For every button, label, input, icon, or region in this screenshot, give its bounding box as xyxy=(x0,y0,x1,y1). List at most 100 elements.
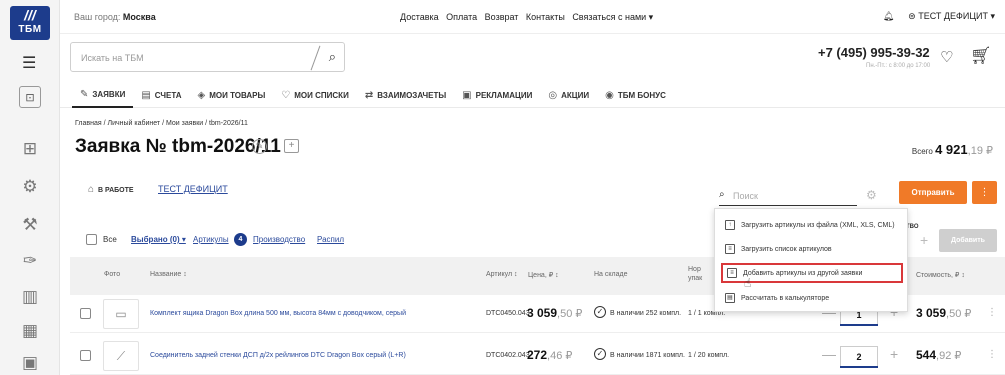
cart-icon[interactable]: 🛒︎ xyxy=(970,46,992,66)
city-selector[interactable]: Ваш город: Москва xyxy=(74,12,156,22)
favorites-icon[interactable]: ♡ xyxy=(940,48,953,66)
menu-item-label: Добавить артикулы из другой заявки xyxy=(743,269,863,277)
tab-invoices[interactable]: ▤ СЧЕТА xyxy=(133,82,189,108)
header-name[interactable]: Название ↕ xyxy=(150,271,187,278)
order-search-placeholder: Поиск xyxy=(733,191,758,201)
cabinet-category-icon[interactable]: ▣ xyxy=(15,350,45,375)
phone-number[interactable]: +7 (495) 995-39-32 xyxy=(818,45,930,60)
tbm-logo[interactable]: /// ТБМ xyxy=(10,6,50,40)
filter-articles[interactable]: Артикулы xyxy=(193,235,229,244)
quantity-input[interactable]: 2 xyxy=(840,346,878,368)
user-icon: ⊜ xyxy=(908,11,916,21)
more-actions-button[interactable]: ⋮ xyxy=(972,181,997,204)
account-menu[interactable]: ⊜ ТЕСТ ДЕФИЦИТ ▾ xyxy=(908,11,995,22)
header-price[interactable]: Цена, ₽ ↕ xyxy=(528,271,559,279)
settings-icon[interactable]: ⚙ xyxy=(866,188,877,202)
logo-text: ТБМ xyxy=(18,24,42,35)
bell-icon[interactable]: 🔔︎ xyxy=(883,11,894,22)
total-rub: 4 921 xyxy=(935,142,968,157)
catalog-grid-icon[interactable]: ⊡ xyxy=(19,86,41,108)
board-category-icon[interactable]: ▦ xyxy=(15,318,45,344)
search-placeholder: Искать на ТБМ xyxy=(81,53,144,63)
header-cost[interactable]: Стоимость, ₽ ↕ xyxy=(916,271,965,279)
nav-delivery[interactable]: Доставка xyxy=(400,12,439,22)
tab-label: РЕКЛАМАЦИИ xyxy=(475,90,533,100)
site-search[interactable]: Искать на ТБМ ⌕ xyxy=(70,42,345,72)
row-checkbox[interactable] xyxy=(80,308,91,319)
fittings-category-icon[interactable]: ⚒ xyxy=(15,212,45,238)
city-label: Ваш город: xyxy=(74,12,121,22)
row-cost: 3 059,50 ₽ xyxy=(916,306,971,320)
send-button[interactable]: Отправить xyxy=(899,181,967,204)
panels-category-icon[interactable]: ▥ xyxy=(15,284,45,310)
promo-icon: ◎ xyxy=(548,89,558,101)
product-thumbnail[interactable]: ⟋ xyxy=(103,341,139,371)
tab-my-lists[interactable]: ♡ МОИ СПИСКИ xyxy=(273,82,357,108)
nav-payment[interactable]: Оплата xyxy=(446,12,477,22)
header-stock: На складе xyxy=(594,271,628,278)
product-price: 3 059,50 ₽ xyxy=(527,306,582,320)
tab-tbm-bonus[interactable]: ◉ ТБМ БОНУС xyxy=(597,82,674,108)
plus-icon[interactable]: + xyxy=(920,232,928,248)
select-all-label: Все xyxy=(103,235,117,244)
hinge-category-icon[interactable]: ⚙ xyxy=(15,174,45,200)
increase-quantity-button[interactable]: + xyxy=(890,346,898,362)
menu-item-upload-file[interactable]: ↑ Загрузить артикулы из файла (XML, XLS,… xyxy=(721,215,903,235)
order-search-input[interactable]: ⌕ Поиск xyxy=(719,188,857,206)
cost-kop: ,92 ₽ xyxy=(936,350,962,362)
total-label: Всего xyxy=(911,147,933,156)
search-divider xyxy=(310,45,321,71)
nav-contacts[interactable]: Контакты xyxy=(526,12,565,22)
comment-add-icon[interactable]: + xyxy=(284,139,299,153)
nav-return[interactable]: Возврат xyxy=(485,12,519,22)
menu-icon[interactable]: ☰ xyxy=(22,53,36,73)
select-all-checkbox[interactable] xyxy=(86,234,97,245)
tab-label: МОИ ТОВАРЫ xyxy=(209,90,266,100)
client-link[interactable]: ТЕСТ ДЕФИЦИТ xyxy=(158,184,228,194)
list-icon: ≡ xyxy=(725,244,735,254)
nav-contact-us[interactable]: Связаться с нами ▾ xyxy=(572,12,653,22)
add-button[interactable]: Добавить xyxy=(939,229,997,252)
row-menu-icon[interactable]: ⋮ xyxy=(987,307,997,318)
tab-promotions[interactable]: ◎ АКЦИИ xyxy=(540,82,597,108)
row-menu-icon[interactable]: ⋮ xyxy=(987,349,997,360)
cost-rub: 3 059 xyxy=(916,306,947,320)
decrease-quantity-button[interactable]: — xyxy=(822,346,836,362)
tab-orders[interactable]: ✎ ЗАЯВКИ xyxy=(72,82,134,108)
cost-rub: 544 xyxy=(916,348,937,362)
search-icon[interactable]: ⌕ xyxy=(329,49,336,65)
top-nav: Доставка Оплата Возврат Контакты Связать… xyxy=(400,12,658,23)
top-bar: Ваш город: Москва Доставка Оплата Возвра… xyxy=(60,0,1005,34)
tab-label: ВЗАИМОЗАЧЕТЫ xyxy=(377,90,447,100)
tab-label: ТБМ БОНУС xyxy=(617,90,666,100)
product-name-link[interactable]: Комплект ящика Dragon Box длина 500 мм, … xyxy=(150,310,406,317)
filter-production[interactable]: Производство xyxy=(253,235,305,244)
header-norm: Нор упак xyxy=(688,266,703,282)
account-name: ТЕСТ ДЕФИЦИТ ▾ xyxy=(918,11,995,21)
breadcrumb[interactable]: Главная / Личный кабинет / Мои заявки / … xyxy=(75,120,248,127)
tab-label: СЧЕТА xyxy=(154,90,182,100)
city-value: Москва xyxy=(122,12,156,22)
product-name-link[interactable]: Соединитель задней стенки ДСП д/2х рейли… xyxy=(150,352,406,359)
catalog-category-icon[interactable]: ⊞ xyxy=(15,136,45,162)
product-thumbnail[interactable]: ▭ xyxy=(103,299,139,329)
price-kop: ,46 ₽ xyxy=(547,350,573,362)
tab-my-products[interactable]: ◈ МОИ ТОВАРЫ xyxy=(190,82,274,108)
total-kop: ,19 ₽ xyxy=(967,145,993,157)
product-article: DTC0402.043 xyxy=(486,352,530,359)
tools-category-icon[interactable]: ✑ xyxy=(15,248,45,274)
menu-item-upload-list[interactable]: ≡ Загрузить список артикулов xyxy=(721,239,903,259)
logo-mark: /// xyxy=(24,7,36,23)
tab-settlements[interactable]: ⇄ ВЗАИМОЗАЧЕТЫ xyxy=(357,82,454,108)
edit-icon[interactable]: ✎ xyxy=(252,139,267,154)
filter-cutting[interactable]: Распил xyxy=(317,235,344,244)
header-article[interactable]: Артикул ↕ xyxy=(486,271,518,278)
file-upload-icon: ↑ xyxy=(725,220,735,230)
copy-order-icon: ≡ xyxy=(727,268,737,278)
row-checkbox[interactable] xyxy=(80,350,91,361)
page-title: Заявка № tbm-2026/11 xyxy=(75,136,281,157)
menu-item-calculator[interactable]: ▤ Рассчитать в калькуляторе xyxy=(721,288,903,308)
tab-claims[interactable]: ▣ РЕКЛАМАЦИИ xyxy=(454,82,540,108)
product-article: DTC0450.043 xyxy=(486,310,530,317)
selected-dropdown[interactable]: Выбрано (0) ▾ xyxy=(131,235,186,244)
